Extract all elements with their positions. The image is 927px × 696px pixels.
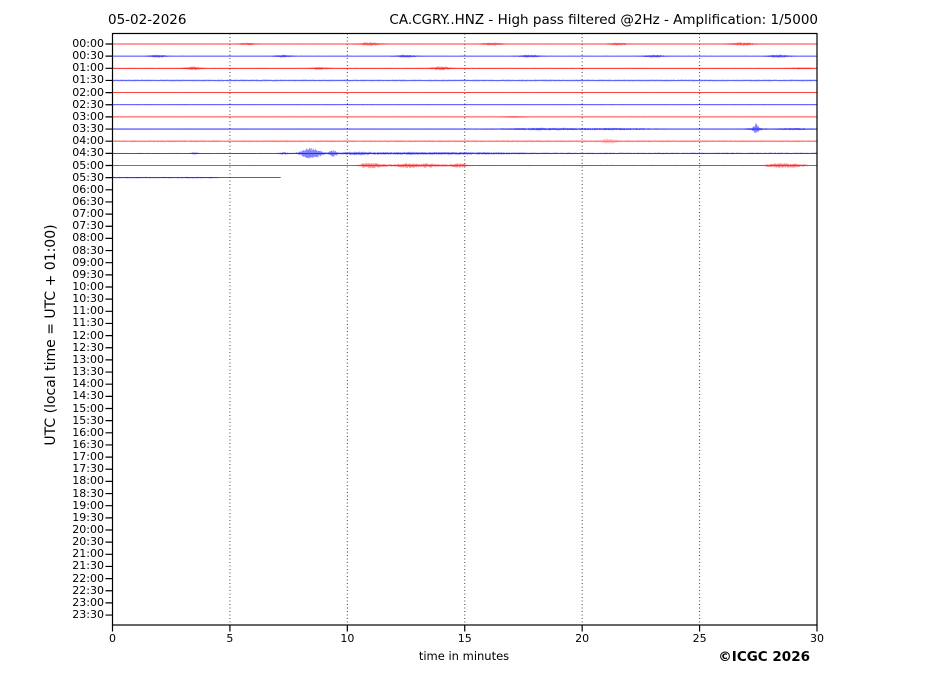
x-axis-label: time in minutes: [419, 649, 509, 663]
y-tick-label: 14:30: [72, 390, 104, 402]
y-tick-label: 11:30: [72, 317, 104, 329]
x-tick-label: 10: [340, 633, 354, 645]
y-tick-label: 12:00: [72, 330, 104, 342]
y-tick-label: 19:00: [72, 500, 104, 512]
y-tick-label: 08:30: [72, 245, 104, 257]
y-tick-label: 18:00: [72, 475, 104, 487]
y-tick-label: 18:30: [72, 488, 104, 500]
y-tick-label: 12:30: [72, 342, 104, 354]
y-tick-label: 21:30: [72, 560, 104, 572]
x-tick-label: 25: [693, 633, 707, 645]
y-tick-label: 09:00: [72, 257, 104, 269]
y-tick-label: 16:00: [72, 427, 104, 439]
y-tick-label: 15:30: [72, 415, 104, 427]
y-tick-label: 01:30: [72, 74, 104, 86]
helicorder-figure: 05-02-2026 CA.CGRY..HNZ - High pass filt…: [0, 0, 927, 696]
x-tick-label: 15: [458, 633, 472, 645]
y-tick-label: 02:30: [72, 99, 104, 111]
x-tick-label: 0: [109, 633, 116, 645]
x-tick-label: 30: [810, 633, 824, 645]
y-tick-label: 23:30: [72, 609, 104, 621]
y-tick-label: 22:00: [72, 573, 104, 585]
y-axis-label: UTC (local time = UTC + 01:00): [43, 224, 59, 445]
y-tick-label: 05:30: [72, 172, 104, 184]
y-tick-label: 02:00: [72, 87, 104, 99]
date-title: 05-02-2026: [108, 12, 186, 28]
copyright-text: ©ICGC 2026: [718, 649, 810, 665]
y-tick-label: 22:30: [72, 585, 104, 597]
y-tick-label: 05:00: [72, 160, 104, 172]
x-tick-label: 20: [575, 633, 589, 645]
y-tick-label: 15:00: [72, 403, 104, 415]
x-tick-label: 5: [226, 633, 233, 645]
y-tick-label: 04:30: [72, 147, 104, 159]
y-tick-label: 06:00: [72, 184, 104, 196]
y-tick-label: 08:00: [72, 232, 104, 244]
station-title: CA.CGRY..HNZ - High pass filtered @2Hz -…: [389, 12, 818, 28]
helicorder-plot-canvas: [0, 0, 927, 696]
